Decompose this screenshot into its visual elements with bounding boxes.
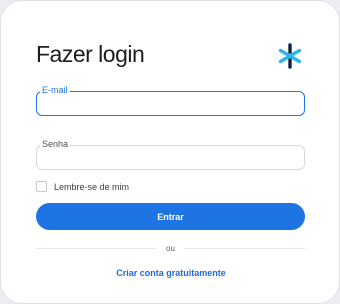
email-field[interactable] [37, 92, 304, 115]
password-field[interactable] [37, 146, 304, 169]
remember-me-option[interactable]: Lembre-se de mim [36, 181, 129, 192]
login-button[interactable]: Entrar [36, 203, 305, 230]
divider-line-right [184, 247, 305, 249]
create-account-link[interactable]: Criar conta gratuitamente [1, 268, 340, 278]
email-field-wrapper: E-mail [36, 85, 305, 116]
divider-line-left [36, 247, 157, 249]
or-divider: ou [36, 241, 305, 255]
email-label: E-mail [40, 85, 70, 96]
remember-me-checkbox[interactable] [36, 181, 47, 192]
remember-me-label: Lembre-se de mim [54, 181, 130, 192]
login-card: Fazer login E-mail Senha Lembre-se de mi… [0, 0, 340, 304]
password-label: Senha [40, 139, 71, 150]
divider-text: ou [166, 243, 175, 253]
page-title: Fazer login [36, 41, 145, 67]
asterisk-logo-icon [278, 43, 302, 69]
password-field-wrapper: Senha [36, 139, 305, 170]
